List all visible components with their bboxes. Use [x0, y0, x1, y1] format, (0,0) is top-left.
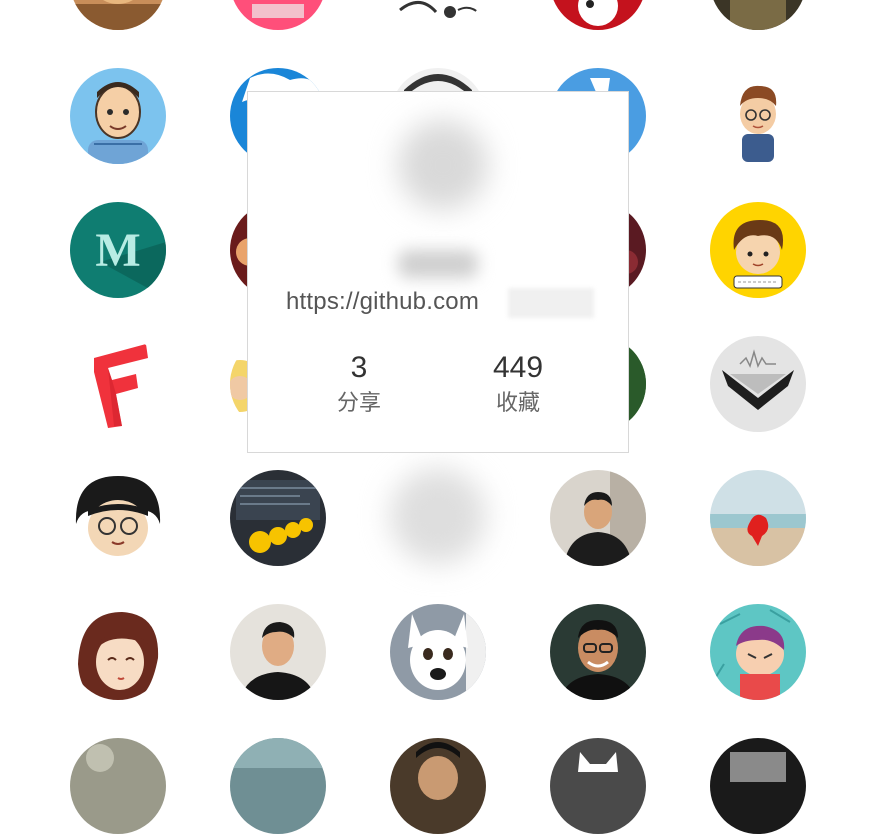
user-avatar-beach[interactable]	[710, 470, 806, 566]
user-avatar[interactable]	[710, 0, 806, 30]
profile-url-link[interactable]: https://github.com	[286, 288, 479, 316]
favorites-stat[interactable]: 449 收藏	[458, 350, 578, 418]
user-avatar-chevron-logo[interactable]	[710, 336, 806, 432]
user-avatar[interactable]	[230, 0, 326, 30]
user-avatar-anime-girl[interactable]	[70, 604, 166, 700]
user-avatar-photo-man[interactable]	[230, 604, 326, 700]
user-avatar-cartoon-crying[interactable]	[710, 604, 806, 700]
favorites-label: 收藏	[495, 390, 540, 415]
favorites-count: 449	[492, 351, 544, 384]
user-avatar-cartoon-bowl-cut[interactable]	[70, 470, 166, 566]
profile-name-blurred	[398, 250, 478, 278]
user-avatar-rubber-ducks[interactable]	[230, 470, 326, 566]
user-avatar[interactable]	[390, 738, 486, 834]
user-avatar[interactable]	[230, 738, 326, 834]
user-avatar-red-logo[interactable]	[70, 336, 166, 432]
user-avatar-cartoon-man[interactable]	[70, 68, 166, 164]
user-avatar[interactable]	[550, 738, 646, 834]
user-avatar[interactable]	[70, 0, 166, 30]
user-avatar-photo-man[interactable]	[550, 470, 646, 566]
url-redaction	[508, 288, 594, 318]
shares-label: 分享	[336, 390, 381, 415]
user-avatar-glasses-boy[interactable]	[710, 68, 806, 164]
letter-m-text: M	[95, 224, 140, 277]
user-profile-card: https://github.com 3 分享 449 收藏	[247, 91, 629, 453]
user-avatar[interactable]	[70, 738, 166, 834]
hidden-avatar-blurred	[390, 468, 486, 564]
shares-stat[interactable]: 3 分享	[299, 350, 419, 418]
user-avatar-cartoon-kid[interactable]	[710, 202, 806, 298]
user-avatar-letter-m[interactable]: M	[70, 202, 166, 298]
user-avatar[interactable]	[710, 738, 806, 834]
profile-avatar-blurred	[398, 120, 488, 210]
user-avatar[interactable]	[550, 0, 646, 30]
user-avatar-photo-glasses[interactable]	[550, 604, 646, 700]
shares-count: 3	[350, 351, 368, 384]
user-avatar-cartoon-dog[interactable]	[390, 604, 486, 700]
user-avatar[interactable]	[390, 0, 486, 30]
